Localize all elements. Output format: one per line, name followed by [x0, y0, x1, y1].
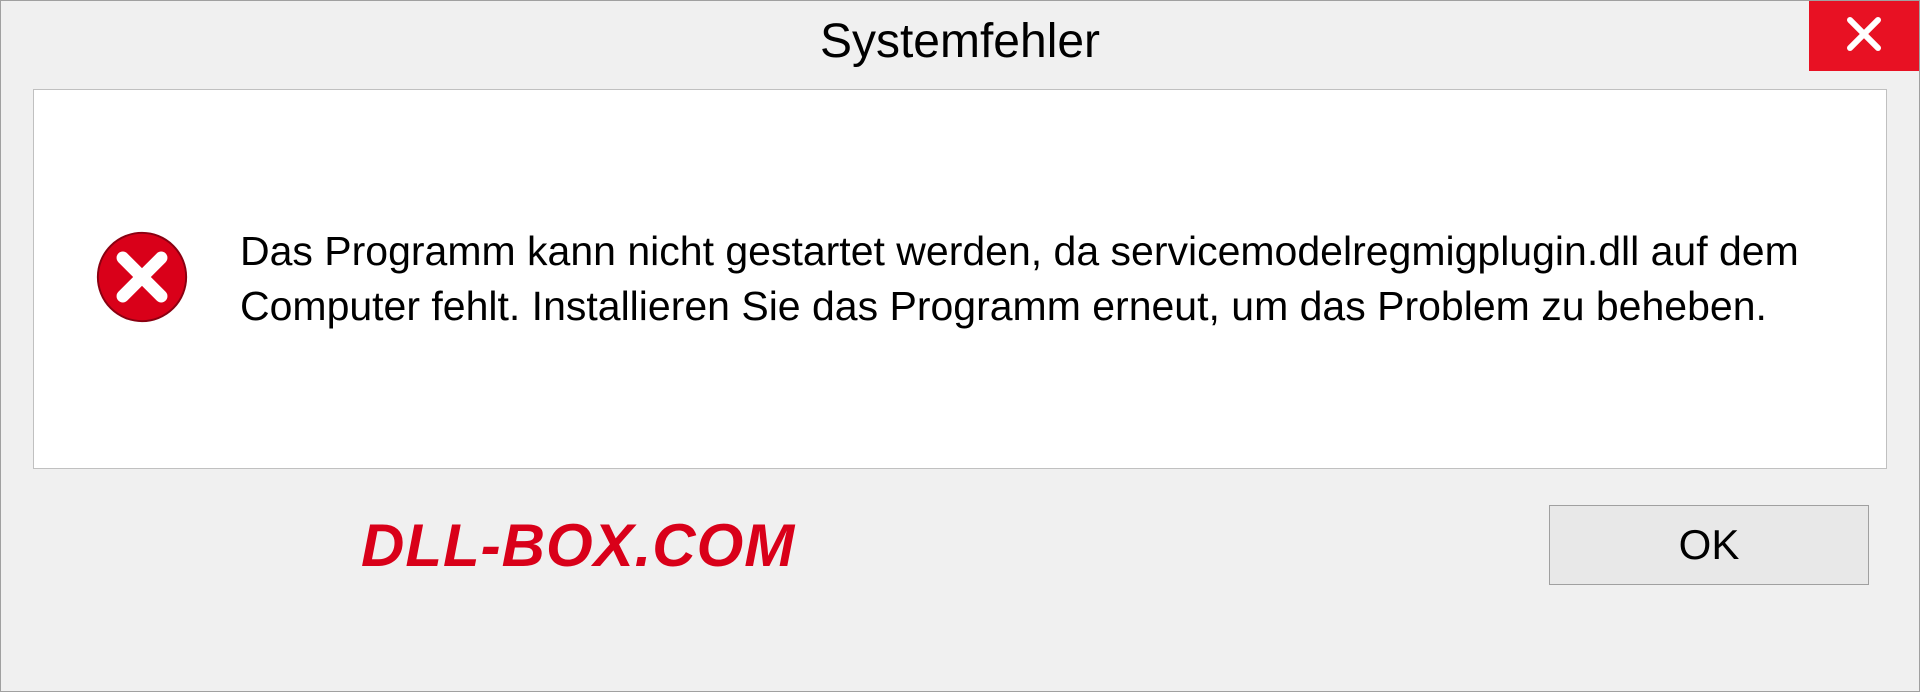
brand-watermark: DLL-BOX.COM: [361, 511, 795, 580]
ok-button-label: OK: [1679, 521, 1740, 569]
error-icon: [94, 229, 190, 330]
content-panel: Das Programm kann nicht gestartet werden…: [33, 89, 1887, 469]
close-icon: [1844, 14, 1884, 59]
titlebar: Systemfehler: [1, 1, 1919, 81]
ok-button[interactable]: OK: [1549, 505, 1869, 585]
close-button[interactable]: [1809, 1, 1919, 71]
error-dialog: Systemfehler Das Programm kann nicht ges…: [0, 0, 1920, 692]
dialog-title: Systemfehler: [820, 14, 1100, 69]
error-message: Das Programm kann nicht gestartet werden…: [240, 224, 1826, 335]
footer: DLL-BOX.COM OK: [1, 485, 1919, 615]
